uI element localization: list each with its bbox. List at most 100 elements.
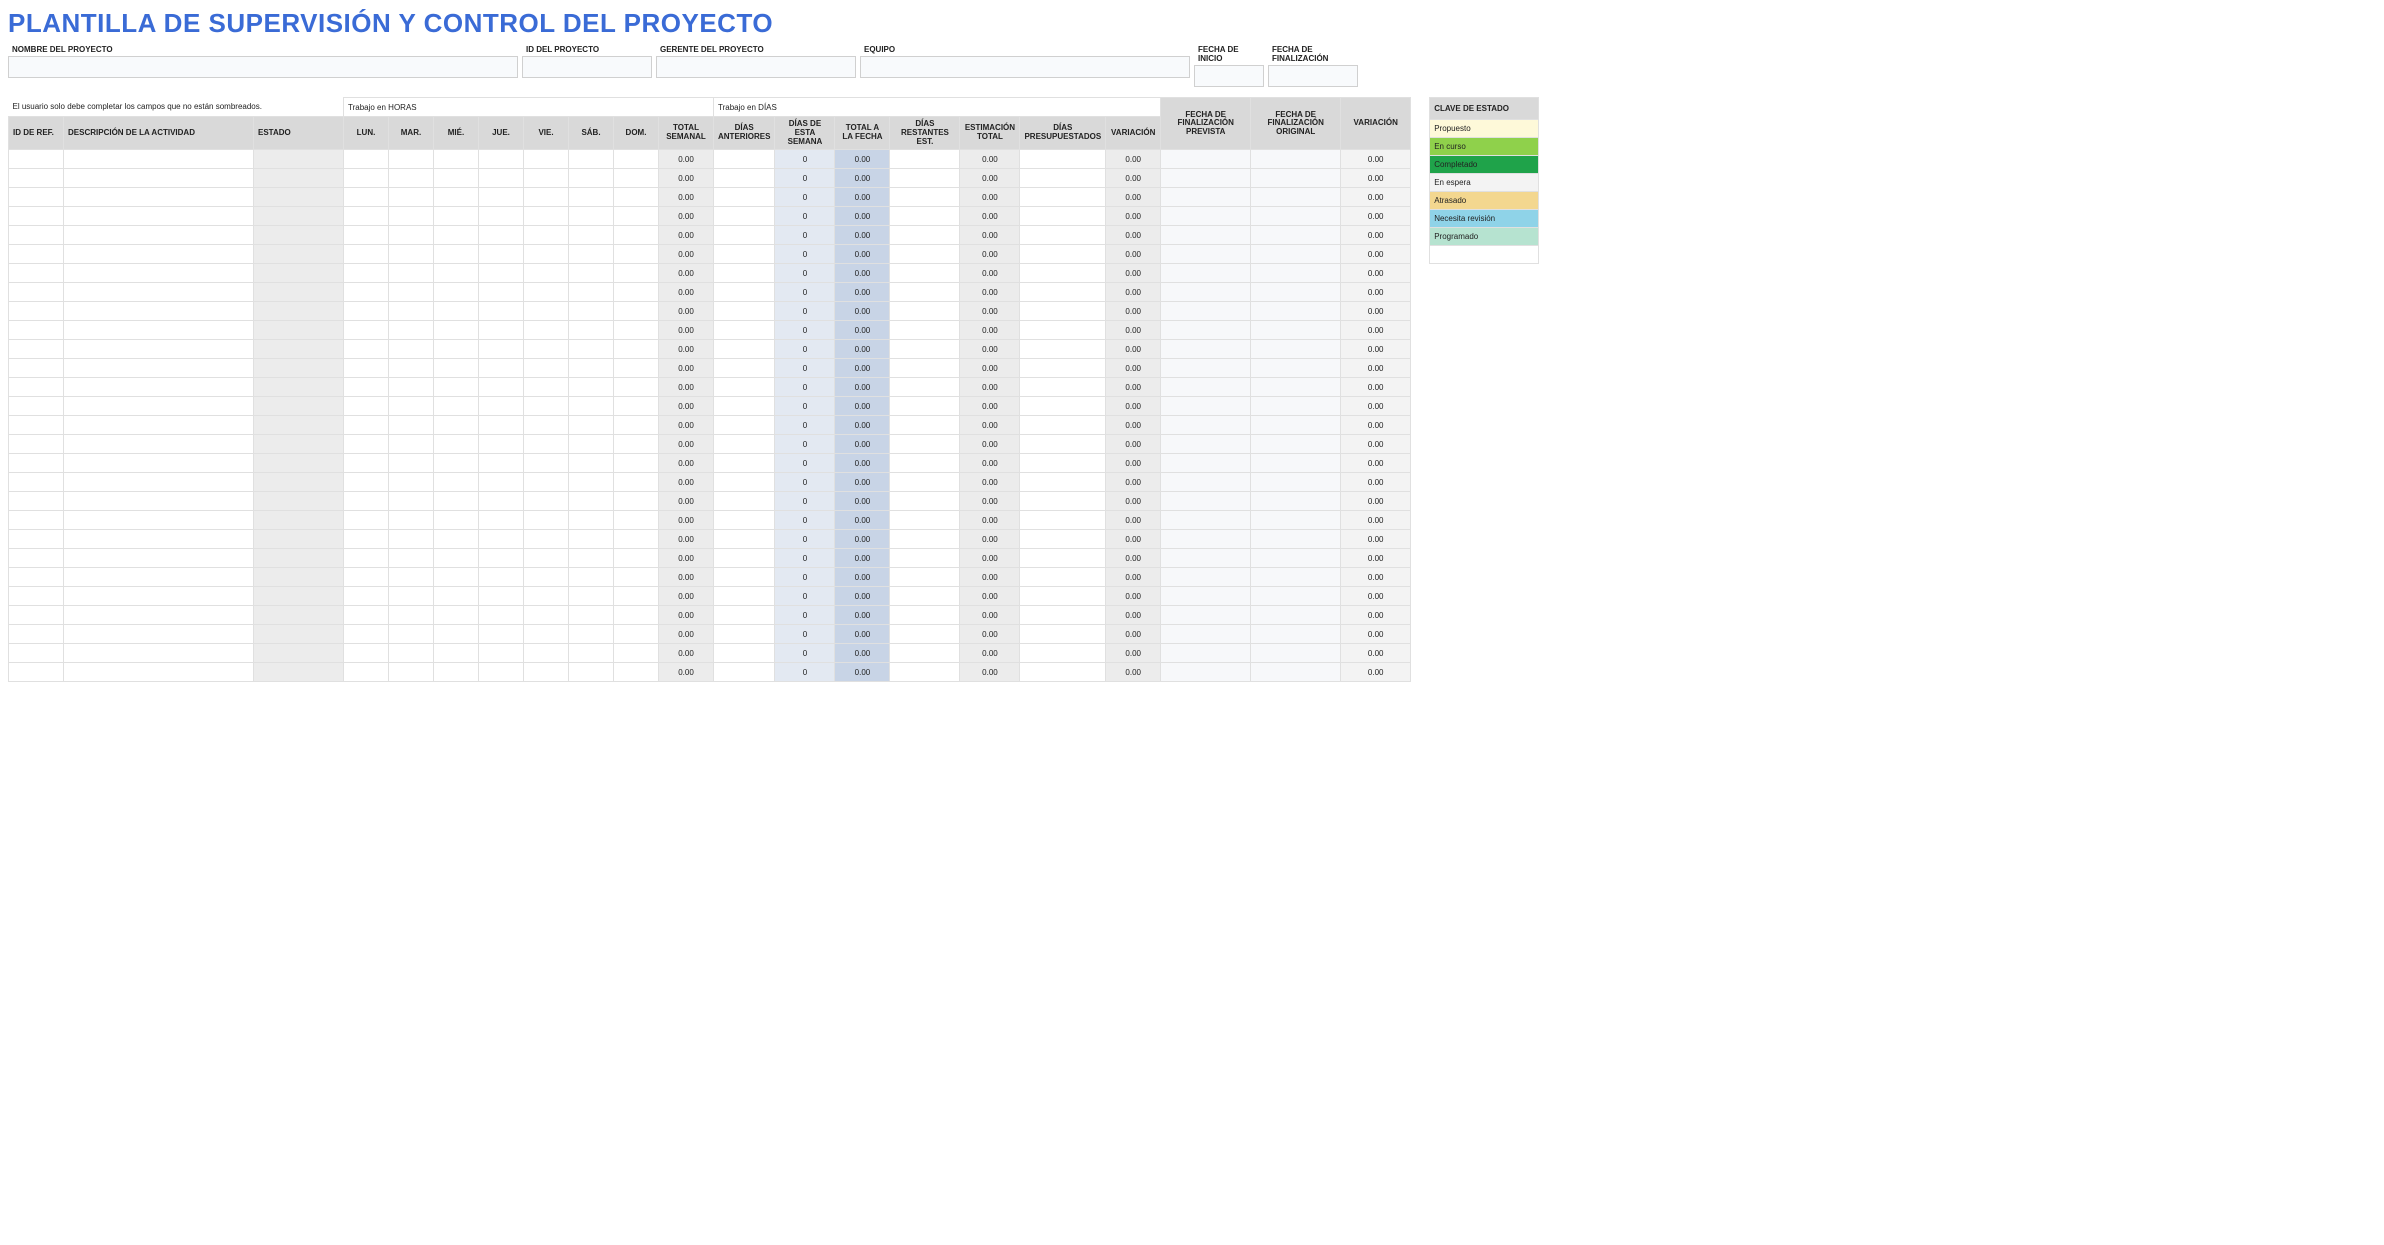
cell-jue[interactable] xyxy=(479,378,524,397)
cell-mie[interactable] xyxy=(434,663,479,682)
cell-fecha-prev[interactable] xyxy=(1161,606,1251,625)
cell-jue[interactable] xyxy=(479,264,524,283)
cell-dias-rest[interactable] xyxy=(890,530,960,549)
cell-desc[interactable] xyxy=(64,435,254,454)
cell-dias-ant[interactable] xyxy=(714,549,775,568)
cell-desc[interactable] xyxy=(64,245,254,264)
cell-jue[interactable] xyxy=(479,397,524,416)
cell-desc[interactable] xyxy=(64,321,254,340)
cell-dias-ant[interactable] xyxy=(714,321,775,340)
cell-jue[interactable] xyxy=(479,644,524,663)
cell-fecha-prev[interactable] xyxy=(1161,340,1251,359)
cell-estado[interactable] xyxy=(254,397,344,416)
cell-dias-ant[interactable] xyxy=(714,530,775,549)
cell-fecha-prev[interactable] xyxy=(1161,625,1251,644)
cell-desc[interactable] xyxy=(64,207,254,226)
cell-mar[interactable] xyxy=(389,150,434,169)
cell-estado[interactable] xyxy=(254,283,344,302)
cell-lun[interactable] xyxy=(344,416,389,435)
cell-dias-ant[interactable] xyxy=(714,644,775,663)
cell-vie[interactable] xyxy=(524,473,569,492)
cell-dom[interactable] xyxy=(614,397,659,416)
cell-mie[interactable] xyxy=(434,245,479,264)
cell-mie[interactable] xyxy=(434,644,479,663)
cell-mar[interactable] xyxy=(389,606,434,625)
cell-vie[interactable] xyxy=(524,207,569,226)
cell-jue[interactable] xyxy=(479,416,524,435)
cell-dom[interactable] xyxy=(614,302,659,321)
cell-jue[interactable] xyxy=(479,606,524,625)
cell-desc[interactable] xyxy=(64,416,254,435)
cell-dias-rest[interactable] xyxy=(890,169,960,188)
cell-fecha-orig[interactable] xyxy=(1251,340,1341,359)
cell-vie[interactable] xyxy=(524,226,569,245)
cell-fecha-prev[interactable] xyxy=(1161,511,1251,530)
cell-sab[interactable] xyxy=(569,340,614,359)
cell-desc[interactable] xyxy=(64,549,254,568)
cell-sab[interactable] xyxy=(569,359,614,378)
cell-fecha-prev[interactable] xyxy=(1161,492,1251,511)
cell-fecha-orig[interactable] xyxy=(1251,549,1341,568)
cell-dias-rest[interactable] xyxy=(890,150,960,169)
cell-vie[interactable] xyxy=(524,663,569,682)
cell-mie[interactable] xyxy=(434,568,479,587)
cell-ref[interactable] xyxy=(9,302,64,321)
cell-fecha-orig[interactable] xyxy=(1251,226,1341,245)
cell-dias-rest[interactable] xyxy=(890,511,960,530)
cell-sab[interactable] xyxy=(569,207,614,226)
cell-dias-pres[interactable] xyxy=(1020,340,1106,359)
cell-dias-pres[interactable] xyxy=(1020,226,1106,245)
cell-fecha-orig[interactable] xyxy=(1251,207,1341,226)
cell-fecha-prev[interactable] xyxy=(1161,150,1251,169)
cell-desc[interactable] xyxy=(64,530,254,549)
cell-dias-rest[interactable] xyxy=(890,587,960,606)
cell-ref[interactable] xyxy=(9,340,64,359)
cell-mar[interactable] xyxy=(389,454,434,473)
cell-jue[interactable] xyxy=(479,549,524,568)
cell-fecha-orig[interactable] xyxy=(1251,568,1341,587)
cell-fecha-prev[interactable] xyxy=(1161,416,1251,435)
cell-dias-pres[interactable] xyxy=(1020,378,1106,397)
cell-dias-pres[interactable] xyxy=(1020,549,1106,568)
cell-fecha-prev[interactable] xyxy=(1161,226,1251,245)
cell-mar[interactable] xyxy=(389,226,434,245)
cell-dias-rest[interactable] xyxy=(890,245,960,264)
cell-ref[interactable] xyxy=(9,587,64,606)
cell-dom[interactable] xyxy=(614,492,659,511)
cell-dias-rest[interactable] xyxy=(890,492,960,511)
cell-estado[interactable] xyxy=(254,207,344,226)
cell-estado[interactable] xyxy=(254,378,344,397)
cell-ref[interactable] xyxy=(9,321,64,340)
cell-dom[interactable] xyxy=(614,511,659,530)
cell-dom[interactable] xyxy=(614,321,659,340)
cell-fecha-orig[interactable] xyxy=(1251,397,1341,416)
cell-dias-ant[interactable] xyxy=(714,568,775,587)
cell-jue[interactable] xyxy=(479,340,524,359)
cell-fecha-orig[interactable] xyxy=(1251,606,1341,625)
cell-desc[interactable] xyxy=(64,283,254,302)
cell-dias-pres[interactable] xyxy=(1020,321,1106,340)
cell-fecha-orig[interactable] xyxy=(1251,245,1341,264)
cell-dias-rest[interactable] xyxy=(890,226,960,245)
cell-mar[interactable] xyxy=(389,245,434,264)
cell-mar[interactable] xyxy=(389,359,434,378)
cell-jue[interactable] xyxy=(479,568,524,587)
cell-lun[interactable] xyxy=(344,606,389,625)
cell-mie[interactable] xyxy=(434,340,479,359)
cell-vie[interactable] xyxy=(524,454,569,473)
cell-jue[interactable] xyxy=(479,511,524,530)
cell-lun[interactable] xyxy=(344,625,389,644)
cell-jue[interactable] xyxy=(479,188,524,207)
cell-ref[interactable] xyxy=(9,169,64,188)
cell-fecha-orig[interactable] xyxy=(1251,473,1341,492)
cell-vie[interactable] xyxy=(524,188,569,207)
cell-mie[interactable] xyxy=(434,530,479,549)
cell-dias-pres[interactable] xyxy=(1020,169,1106,188)
cell-fecha-prev[interactable] xyxy=(1161,663,1251,682)
cell-fecha-prev[interactable] xyxy=(1161,283,1251,302)
cell-lun[interactable] xyxy=(344,302,389,321)
cell-mar[interactable] xyxy=(389,549,434,568)
cell-fecha-prev[interactable] xyxy=(1161,169,1251,188)
cell-dom[interactable] xyxy=(614,340,659,359)
cell-dias-pres[interactable] xyxy=(1020,454,1106,473)
